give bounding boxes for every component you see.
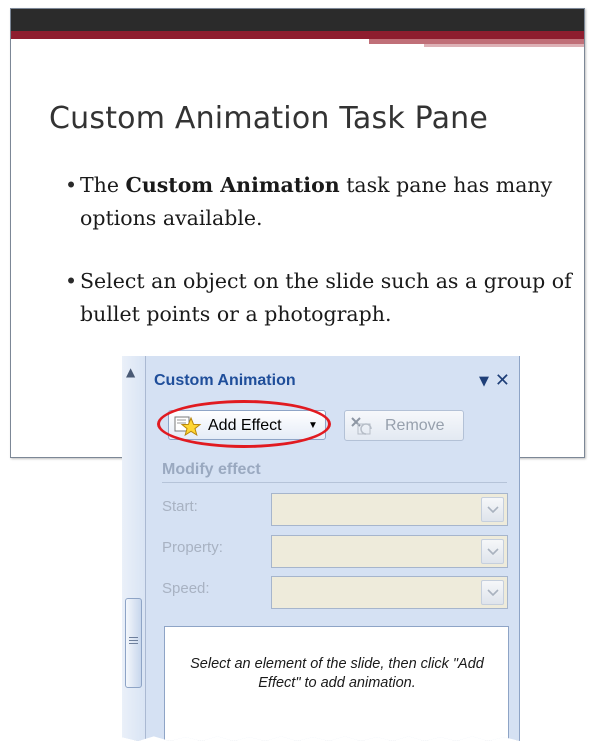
dropdown-triangle-icon[interactable]: ▼ — [479, 374, 489, 389]
bullet-text: The — [80, 173, 126, 197]
property-select[interactable] — [271, 535, 508, 568]
bullet-dot-icon: • — [65, 269, 78, 293]
remove-button[interactable]: Remove — [344, 410, 464, 441]
scrollbar[interactable]: ▲ — [122, 356, 146, 741]
speed-label: Speed: — [162, 580, 210, 597]
speed-select[interactable] — [271, 576, 508, 609]
chevron-down-icon[interactable] — [481, 580, 504, 605]
pane-title: Custom Animation — [154, 372, 296, 389]
bullet-dot-icon: • — [65, 173, 78, 197]
remove-label: Remove — [385, 417, 445, 434]
slide-title: Custom Animation Task Pane — [49, 101, 489, 136]
scroll-thumb[interactable] — [125, 598, 142, 688]
custom-animation-task-pane: ▲ Custom Animation ▼ ✕ Add Effect ▼ Remo… — [122, 356, 520, 741]
chevron-down-icon[interactable] — [481, 497, 504, 522]
add-effect-button[interactable]: Add Effect ▼ — [168, 410, 326, 440]
bullet-item: • The Custom Animation task pane has many… — [65, 169, 585, 235]
slide-top-bar — [11, 9, 584, 31]
group-divider — [162, 482, 507, 483]
animation-list-box[interactable]: Select an element of the slide, then cli… — [164, 626, 509, 741]
add-effect-label: Add Effect — [208, 417, 282, 434]
bullet-text: Select an object on the slide such as a … — [80, 269, 572, 326]
close-icon[interactable]: ✕ — [495, 370, 510, 391]
bullet-bold-text: Custom Animation — [125, 173, 340, 197]
remove-effect-icon — [349, 415, 379, 442]
chevron-down-icon: ▼ — [308, 420, 318, 431]
modify-effect-label: Modify effect — [162, 461, 261, 478]
start-select[interactable] — [271, 493, 508, 526]
slide-accent-stripe-light — [424, 44, 584, 47]
property-label: Property: — [162, 539, 223, 556]
scroll-up-arrow-icon[interactable]: ▲ — [126, 366, 135, 378]
grip-icon — [129, 637, 138, 645]
start-label: Start: — [162, 498, 198, 515]
empty-list-hint: Select an element of the slide, then cli… — [190, 656, 484, 691]
bullet-list: • The Custom Animation task pane has many… — [65, 169, 585, 361]
slide-accent-bar — [11, 31, 584, 39]
star-icon — [174, 415, 202, 442]
pane-header: Custom Animation ▼ ✕ — [146, 356, 519, 398]
bullet-item: • Select an object on the slide such as a… — [65, 265, 585, 331]
chevron-down-icon[interactable] — [481, 539, 504, 564]
